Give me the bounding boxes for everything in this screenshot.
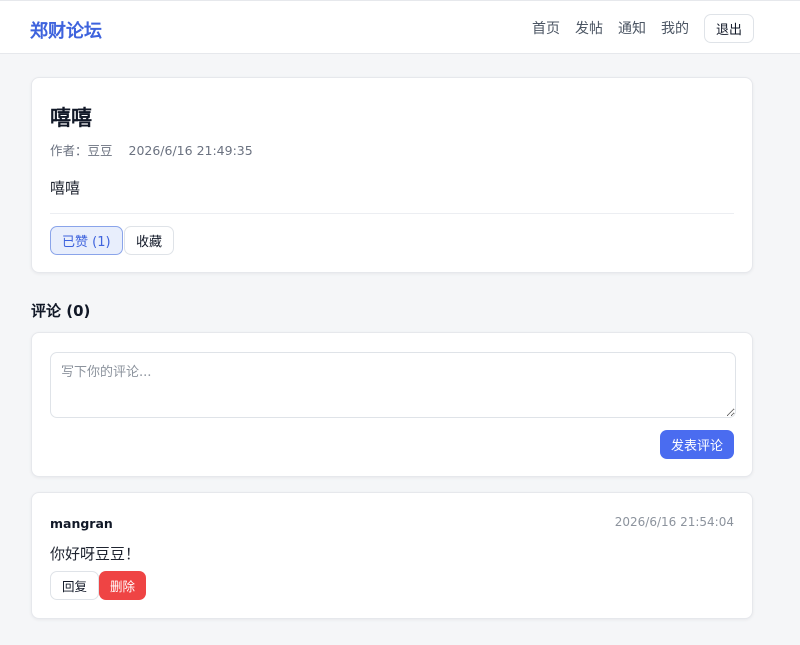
delete-comment-button[interactable]: 删除: [99, 571, 147, 600]
post-card: 嘻嘻 作者：豆豆 2026/6/16 21:49:35 嘻嘻 已赞 (1) 收藏: [31, 77, 753, 273]
comment-author: mangran: [50, 516, 113, 531]
site-logo[interactable]: 郑财论坛: [30, 17, 102, 43]
like-button[interactable]: 已赞 (1): [50, 226, 123, 255]
post-meta: 作者：豆豆 2026/6/16 21:49:35: [50, 140, 253, 159]
comment-item: mangran 2026/6/16 21:54:04 你好呀豆豆！ 回复 删除: [31, 492, 753, 619]
post-author: 作者：豆豆: [50, 143, 113, 158]
nav-profile-link[interactable]: 我的: [661, 15, 689, 43]
comment-form-card: 发表评论: [31, 332, 753, 477]
comment-input[interactable]: [50, 352, 736, 418]
post-timestamp: 2026/6/16 21:49:35: [128, 143, 253, 158]
post-body: 嘻嘻: [50, 179, 81, 197]
favorite-button[interactable]: 收藏: [124, 226, 175, 255]
post-divider: [50, 213, 734, 214]
comment-timestamp: 2026/6/16 21:54:04: [614, 515, 734, 529]
reply-button[interactable]: 回复: [50, 571, 100, 600]
top-navbar: 郑财论坛 首页 发帖 通知 我的 退出: [0, 0, 800, 54]
comment-body: 你好呀豆豆！: [50, 545, 141, 563]
post-title: 嘻嘻: [50, 106, 92, 130]
submit-comment-button[interactable]: 发表评论: [659, 430, 734, 459]
nav-notifications-link[interactable]: 通知: [618, 15, 646, 43]
nav-new-post-link[interactable]: 发帖: [575, 15, 603, 43]
logout-button[interactable]: 退出: [703, 14, 754, 43]
nav-home-link[interactable]: 首页: [532, 15, 560, 43]
comments-heading: 评论 (0): [31, 302, 91, 320]
main-nav: 首页 发帖 通知 我的 退出: [532, 14, 754, 43]
